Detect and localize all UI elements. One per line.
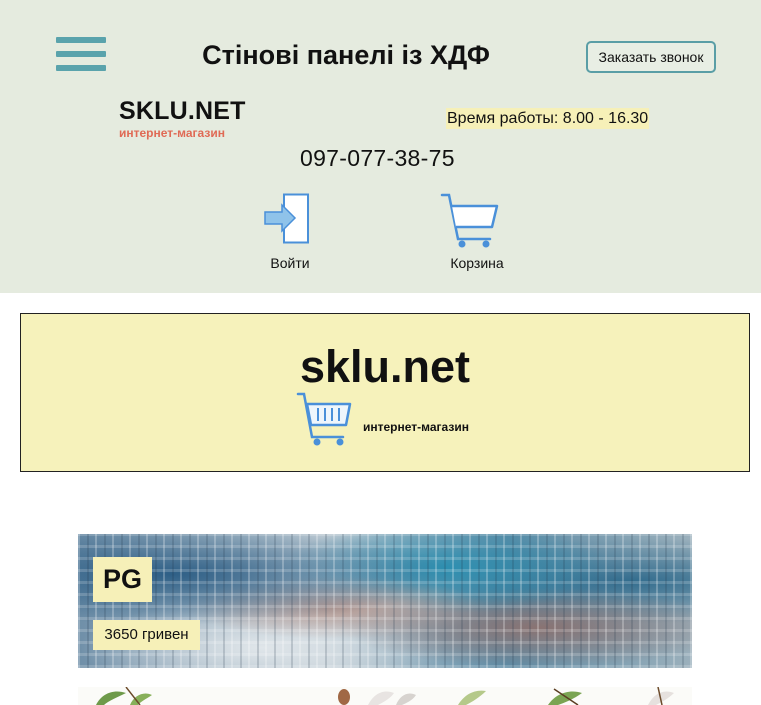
- site-header: Стінові панелі із ХДФ Заказать звонок SK…: [0, 0, 761, 293]
- product-card[interactable]: PG 3650 гривен: [78, 534, 692, 668]
- product-card-image[interactable]: [78, 687, 692, 705]
- menu-bar: [56, 51, 106, 57]
- menu-icon[interactable]: [56, 37, 106, 73]
- cart-icon[interactable]: [440, 191, 502, 249]
- menu-bar: [56, 37, 106, 43]
- menu-bar: [56, 65, 106, 71]
- site-banner: sklu.net интернет-магазин: [20, 313, 750, 472]
- leaf-image: [96, 687, 674, 705]
- callback-button[interactable]: Заказать звонок: [586, 41, 716, 73]
- cart-link[interactable]: Корзина: [441, 255, 513, 271]
- product-name: PG: [93, 557, 152, 602]
- login-icon[interactable]: [262, 193, 312, 245]
- working-hours: Время работы: 8.00 - 16.30: [446, 108, 650, 129]
- banner-title: sklu.net: [299, 341, 471, 392]
- product-price: 3650 гривен: [93, 620, 200, 650]
- logo-tagline: интернет-магазин: [119, 126, 225, 140]
- login-link[interactable]: Войти: [265, 255, 315, 271]
- cart-icon: [296, 392, 352, 446]
- logo-name[interactable]: SKLU.NET: [119, 97, 246, 126]
- banner-subtitle: интернет-магазин: [363, 420, 469, 434]
- page-title: Стінові панелі із ХДФ: [202, 40, 490, 70]
- phone-number[interactable]: 097-077-38-75: [300, 145, 455, 172]
